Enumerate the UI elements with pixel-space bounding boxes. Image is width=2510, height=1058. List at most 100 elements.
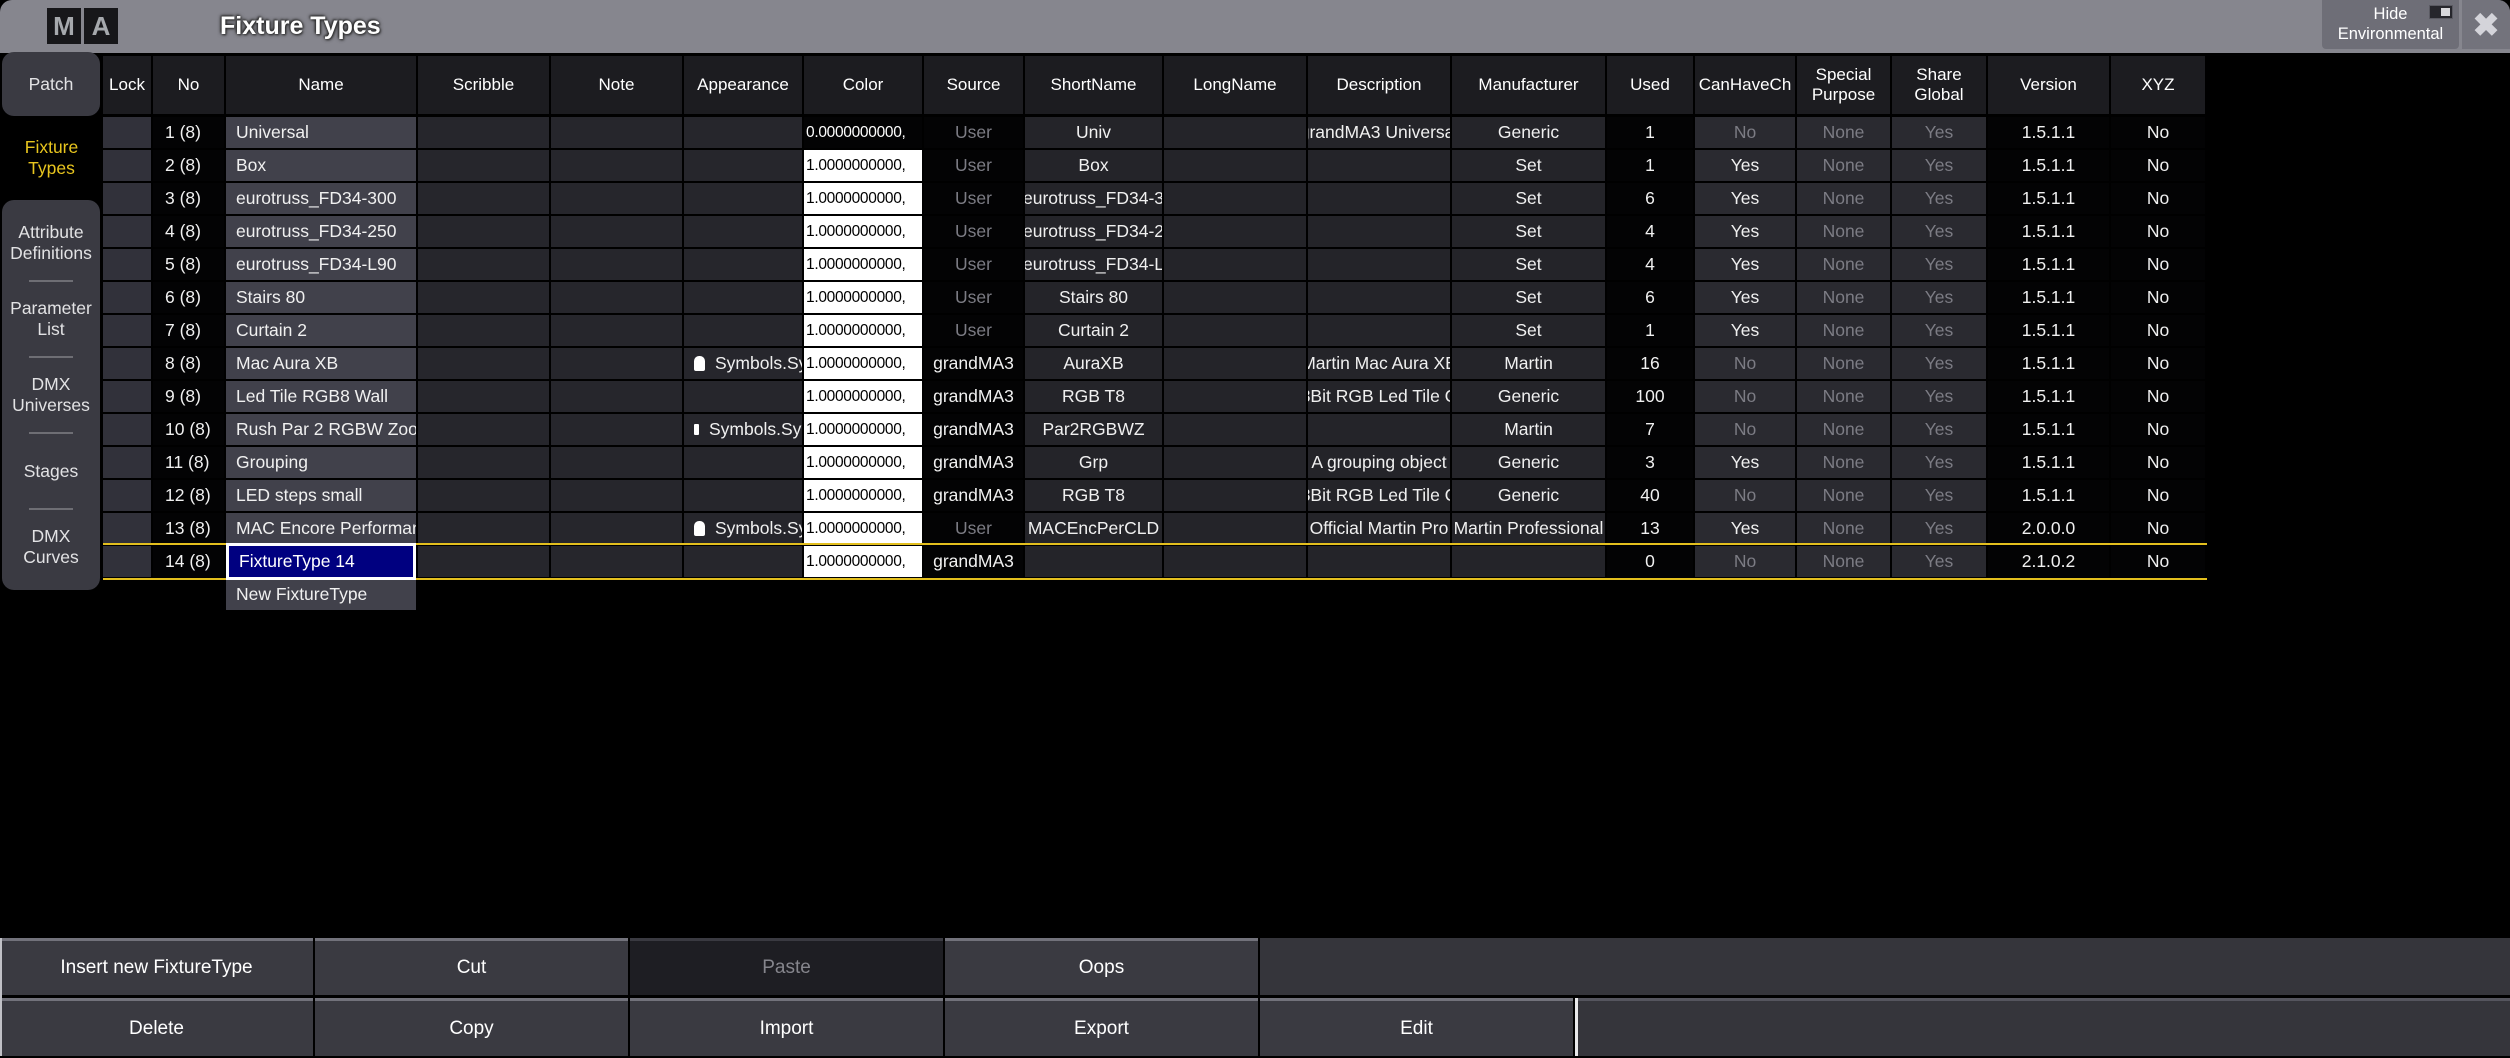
cell-description[interactable]: 8Bit RGB Led Tile C xyxy=(1308,480,1450,511)
cell-name[interactable]: Box xyxy=(226,150,416,181)
cell-color[interactable]: 1.0000000000, xyxy=(804,513,922,544)
cell-shortname[interactable]: Grp xyxy=(1025,447,1162,478)
cell-longname[interactable] xyxy=(1164,546,1306,577)
cell-lock[interactable] xyxy=(103,216,151,247)
cell-shortname[interactable]: Par2RGBWZ xyxy=(1025,414,1162,445)
cell-color[interactable]: 0.0000000000, xyxy=(804,117,922,148)
cell-note[interactable] xyxy=(551,546,682,577)
cell-manufacturer[interactable]: Set xyxy=(1452,282,1605,313)
cell-lock[interactable] xyxy=(103,348,151,379)
cell-note[interactable] xyxy=(551,150,682,181)
cell-share-global[interactable]: Yes xyxy=(1892,447,1986,478)
cell-lock[interactable] xyxy=(103,480,151,511)
cell-manufacturer[interactable] xyxy=(1452,546,1605,577)
cell-shortname[interactable]: MACEncPerCLD xyxy=(1025,513,1162,544)
cell-share-global[interactable]: Yes xyxy=(1892,315,1986,346)
cell-canhavech[interactable]: Yes xyxy=(1695,513,1795,544)
cell-color[interactable]: 1.0000000000, xyxy=(804,414,922,445)
cell-color[interactable]: 1.0000000000, xyxy=(804,447,922,478)
cell-no[interactable]: 3 (8) xyxy=(153,183,224,214)
cell-canhavech[interactable]: No xyxy=(1695,480,1795,511)
cell-manufacturer[interactable]: Set xyxy=(1452,150,1605,181)
cell-description[interactable] xyxy=(1308,249,1450,280)
cell-canhavech[interactable]: No xyxy=(1695,546,1795,577)
cell-share-global[interactable]: Yes xyxy=(1892,513,1986,544)
cell-share-global[interactable]: Yes xyxy=(1892,183,1986,214)
cell-appearance[interactable]: Symbols.Sy xyxy=(684,348,802,379)
cell-name[interactable]: Mac Aura XB xyxy=(226,348,416,379)
cell-canhavech[interactable]: Yes xyxy=(1695,315,1795,346)
cell-share-global[interactable]: Yes xyxy=(1892,546,1986,577)
column-header-no[interactable]: No xyxy=(153,56,224,114)
cell-shortname[interactable]: eurotruss_FD34-2 xyxy=(1025,216,1162,247)
cell-description[interactable]: Martin Mac Aura XB xyxy=(1308,348,1450,379)
action-button[interactable]: Delete xyxy=(0,998,313,1056)
cell-share-global[interactable]: Yes xyxy=(1892,480,1986,511)
cell-appearance[interactable] xyxy=(684,381,802,412)
cell-name[interactable]: Stairs 80 xyxy=(226,282,416,313)
action-button[interactable]: Copy xyxy=(315,998,628,1056)
cell-longname[interactable] xyxy=(1164,117,1306,148)
column-header-used[interactable]: Used xyxy=(1607,56,1693,114)
cell-color[interactable]: 1.0000000000, xyxy=(804,216,922,247)
cell-note[interactable] xyxy=(551,513,682,544)
cell-name[interactable]: Led Tile RGB8 Wall xyxy=(226,381,416,412)
cell-shortname[interactable]: Curtain 2 xyxy=(1025,315,1162,346)
cell-special-purpose[interactable]: None xyxy=(1797,546,1890,577)
cell-longname[interactable] xyxy=(1164,150,1306,181)
action-button[interactable]: Oops xyxy=(945,938,1258,995)
cell-description[interactable] xyxy=(1308,546,1450,577)
cell-longname[interactable] xyxy=(1164,513,1306,544)
cell-scribble[interactable] xyxy=(418,348,549,379)
cell-longname[interactable] xyxy=(1164,381,1306,412)
cell-lock[interactable] xyxy=(103,546,151,577)
cell-scribble[interactable] xyxy=(418,315,549,346)
cell-scribble[interactable] xyxy=(418,414,549,445)
cell-appearance[interactable] xyxy=(684,447,802,478)
cell-scribble[interactable] xyxy=(418,513,549,544)
cell-color[interactable]: 1.0000000000, xyxy=(804,249,922,280)
cell-special-purpose[interactable]: None xyxy=(1797,447,1890,478)
cell-share-global[interactable]: Yes xyxy=(1892,348,1986,379)
cell-description[interactable] xyxy=(1308,183,1450,214)
cell-special-purpose[interactable]: None xyxy=(1797,216,1890,247)
cell-manufacturer[interactable]: Martin Professional xyxy=(1452,513,1605,544)
cell-manufacturer[interactable]: Set xyxy=(1452,249,1605,280)
cell-lock[interactable] xyxy=(103,447,151,478)
hide-environmental-button[interactable]: Hide Environmental xyxy=(2322,0,2459,49)
cell-lock[interactable] xyxy=(103,150,151,181)
cell-special-purpose[interactable]: None xyxy=(1797,381,1890,412)
cell-appearance[interactable] xyxy=(684,546,802,577)
cell-special-purpose[interactable]: None xyxy=(1797,282,1890,313)
cell-scribble[interactable] xyxy=(418,546,549,577)
cell-scribble[interactable] xyxy=(418,381,549,412)
column-header-source[interactable]: Source xyxy=(924,56,1023,114)
cell-note[interactable] xyxy=(551,249,682,280)
cell-no[interactable]: 14 (8) xyxy=(153,546,224,577)
column-header-description[interactable]: Description xyxy=(1308,56,1450,114)
cell-appearance[interactable] xyxy=(684,117,802,148)
cell-canhavech[interactable]: No xyxy=(1695,414,1795,445)
cell-canhavech[interactable]: No xyxy=(1695,381,1795,412)
column-header-share-global[interactable]: Share Global xyxy=(1892,56,1986,114)
action-button[interactable]: Paste xyxy=(630,938,943,995)
cell-lock[interactable] xyxy=(103,249,151,280)
cell-longname[interactable] xyxy=(1164,348,1306,379)
cell-manufacturer[interactable]: Martin xyxy=(1452,348,1605,379)
cell-color[interactable]: 1.0000000000, xyxy=(804,480,922,511)
column-header-canhavech[interactable]: CanHaveCh xyxy=(1695,56,1795,114)
cell-longname[interactable] xyxy=(1164,183,1306,214)
cell-scribble[interactable] xyxy=(418,150,549,181)
cell-no[interactable]: 9 (8) xyxy=(153,381,224,412)
cell-manufacturer[interactable]: Martin xyxy=(1452,414,1605,445)
cell-scribble[interactable] xyxy=(418,249,549,280)
cell-special-purpose[interactable]: None xyxy=(1797,513,1890,544)
cell-manufacturer[interactable]: Generic xyxy=(1452,480,1605,511)
cell-canhavech[interactable]: Yes xyxy=(1695,447,1795,478)
cell-longname[interactable] xyxy=(1164,315,1306,346)
cell-color[interactable]: 1.0000000000, xyxy=(804,282,922,313)
column-header-xyz[interactable]: XYZ xyxy=(2111,56,2205,114)
cell-no[interactable]: 13 (8) xyxy=(153,513,224,544)
cell-no[interactable]: 11 (8) xyxy=(153,447,224,478)
cell-no[interactable]: 12 (8) xyxy=(153,480,224,511)
